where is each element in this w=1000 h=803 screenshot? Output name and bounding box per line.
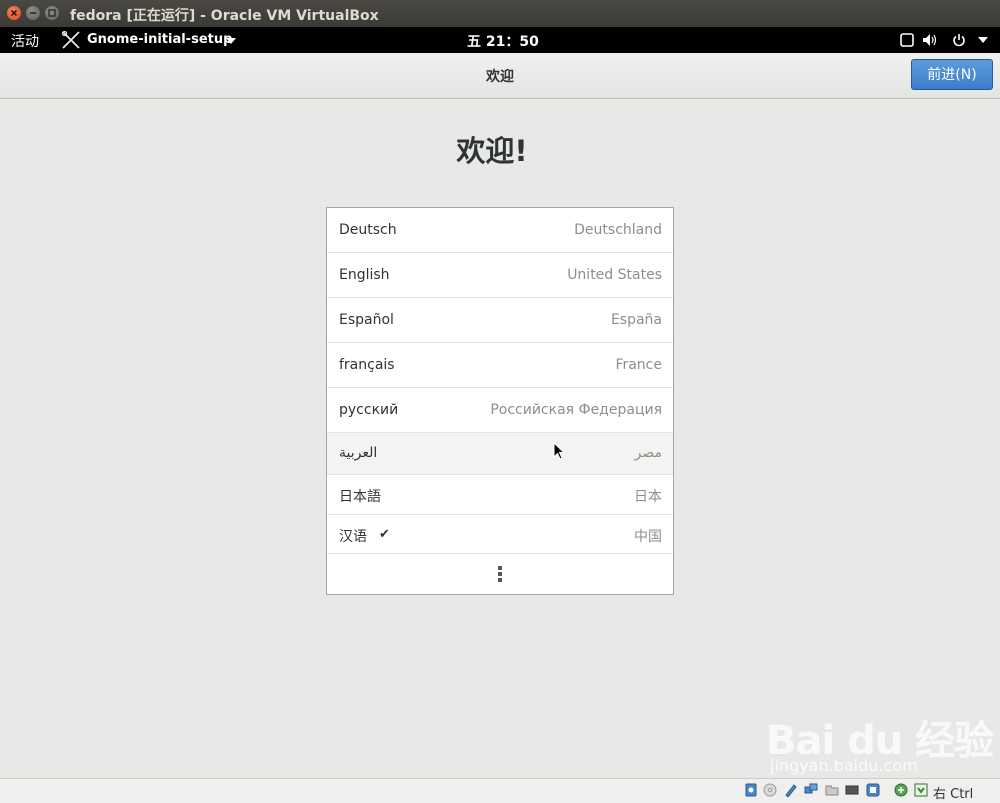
welcome-heading: 欢迎!	[456, 134, 528, 168]
language-name: 汉语	[339, 529, 367, 545]
region-name: United States	[567, 267, 662, 283]
power-icon	[953, 34, 965, 47]
tools-icon	[61, 30, 80, 49]
region-name: Российская Федерация	[490, 402, 662, 418]
language-row-russian[interactable]: русский Российская Федерация	[327, 388, 673, 433]
language-name: français	[339, 357, 395, 373]
header-bar: 欢迎 前进(N)	[0, 53, 1000, 99]
language-name: русский	[339, 402, 399, 418]
watermark-url: jingyan.baidu.com	[770, 756, 918, 775]
language-name: العربية	[339, 445, 378, 461]
network-icon[interactable]	[804, 783, 818, 797]
minimize-button[interactable]	[26, 6, 40, 20]
clock[interactable]: 五 21：50	[467, 31, 539, 51]
language-name: English	[339, 267, 390, 283]
dropdown-arrow-icon	[226, 38, 236, 44]
language-name: Español	[339, 312, 394, 328]
language-row-francais[interactable]: français France	[327, 343, 673, 388]
region-name: 中国	[634, 529, 662, 545]
region-name: 日本	[634, 489, 662, 505]
baidu-watermark: Bai du 经验 jingyan.baidu.com	[766, 700, 994, 778]
cpu-icon[interactable]	[894, 783, 908, 797]
dropdown-arrow-icon	[978, 37, 988, 43]
language-row-espanol[interactable]: Español España	[327, 298, 673, 343]
gnome-top-bar: 活动 Gnome-initial-setup 五 21：50	[0, 27, 1000, 53]
usb-icon[interactable]	[784, 783, 798, 797]
mouse-integration-icon[interactable]	[914, 783, 928, 797]
maximize-button[interactable]	[45, 6, 59, 20]
hard-disk-icon[interactable]	[744, 783, 758, 797]
window-title: fedora [正在运行] - Oracle VM VirtualBox	[70, 8, 379, 24]
language-row-english[interactable]: English United States	[327, 253, 673, 298]
video-capture-icon[interactable]	[866, 783, 880, 797]
region-name: Deutschland	[574, 222, 662, 238]
host-key-label: 右 Ctrl	[933, 787, 974, 802]
shared-folder-icon[interactable]	[825, 783, 839, 797]
optical-disk-icon[interactable]	[763, 783, 777, 797]
close-icon	[10, 9, 18, 17]
page-title: 欢迎	[486, 69, 514, 85]
vm-status-bar: 右 Ctrl	[0, 778, 1000, 803]
display-status-icon[interactable]	[845, 783, 859, 797]
host-title-bar: fedora [正在运行] - Oracle VM VirtualBox	[0, 0, 1000, 27]
region-name: España	[610, 312, 662, 328]
language-row-chinese[interactable]: 汉语 ✔ 中国	[327, 515, 673, 554]
more-icon	[498, 566, 502, 582]
more-languages-button[interactable]	[327, 554, 673, 594]
region-name: France	[615, 357, 662, 373]
language-name: 日本語	[339, 489, 381, 505]
next-button[interactable]: 前进(N)	[911, 59, 993, 90]
maximize-icon	[48, 9, 56, 17]
app-name: Gnome-initial-setup	[87, 32, 233, 47]
language-row-deutsch[interactable]: Deutsch Deutschland	[327, 208, 673, 253]
volume-icon	[923, 34, 937, 46]
minimize-icon	[30, 12, 36, 14]
activities-button[interactable]: 活动	[11, 31, 39, 51]
language-name: Deutsch	[339, 222, 397, 238]
display-icon	[900, 33, 914, 47]
mouse-cursor-icon	[553, 442, 565, 460]
close-button[interactable]	[7, 6, 21, 20]
checkmark-icon: ✔	[379, 527, 390, 542]
language-row-japanese[interactable]: 日本語 日本	[327, 475, 673, 515]
region-name: مصر	[634, 445, 662, 461]
language-row-arabic[interactable]: العربية مصر	[327, 433, 673, 475]
language-list: Deutsch Deutschland English United State…	[326, 207, 674, 595]
